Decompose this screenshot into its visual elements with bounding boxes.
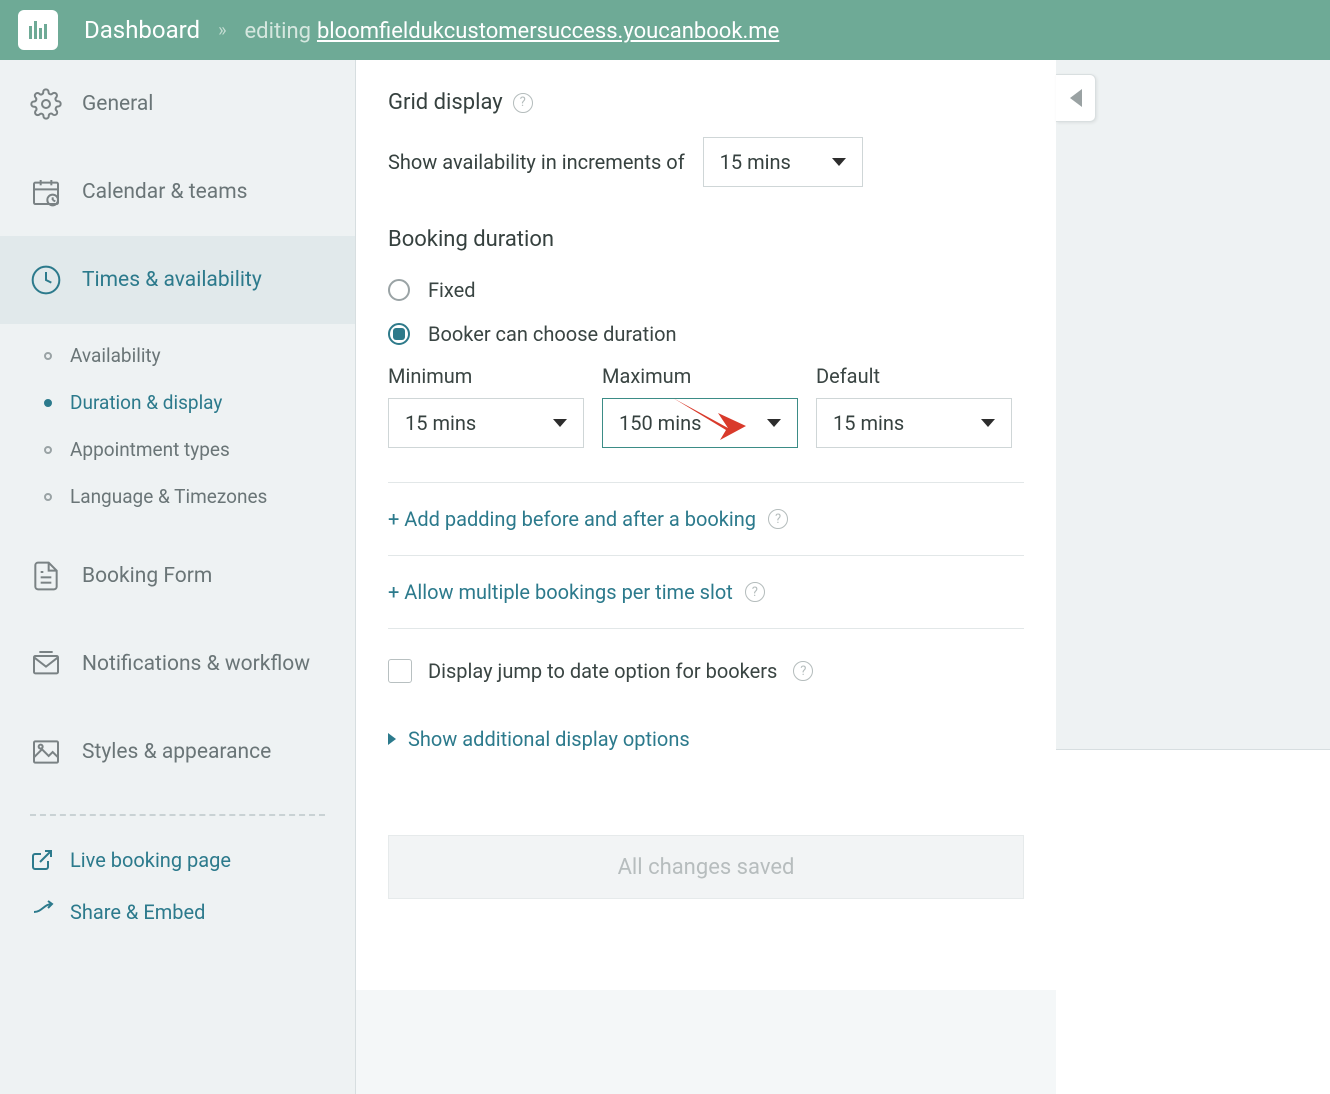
app-header: Dashboard » editing bloomfieldukcustomer…: [0, 0, 1330, 60]
minimum-label: Minimum: [388, 364, 584, 388]
sidebar-item-calendar-teams[interactable]: Calendar & teams: [0, 148, 355, 236]
select-value: 15 mins: [405, 411, 476, 435]
link-label: Share & Embed: [70, 900, 205, 924]
radio-booker-choose[interactable]: Booker can choose duration: [388, 312, 1024, 356]
link-additional-options[interactable]: Show additional display options: [356, 683, 1056, 775]
form-icon: [30, 560, 62, 592]
sidebar-item-general[interactable]: General: [0, 60, 355, 148]
link-text: Show additional display options: [408, 727, 690, 751]
link-label: Live booking page: [70, 848, 231, 872]
sidebar-item-label: Styles & appearance: [82, 740, 271, 764]
sidebar-divider: [30, 814, 325, 816]
radio-label: Fixed: [428, 278, 476, 302]
select-default[interactable]: 15 mins: [816, 398, 1012, 448]
select-increments[interactable]: 15 mins: [703, 137, 863, 187]
main-panel: Grid display ? Show availability in incr…: [356, 60, 1056, 990]
sidebar-sub-language-timezones[interactable]: Language & Timezones: [0, 473, 355, 520]
sidebar-sub-label: Duration & display: [70, 391, 222, 414]
sidebar-sublist: Availability Duration & display Appointm…: [0, 324, 355, 532]
section-title-booking-duration: Booking duration: [356, 227, 1056, 252]
sidebar-item-times-availability[interactable]: Times & availability: [0, 236, 355, 324]
default-label: Default: [816, 364, 1012, 388]
image-icon: [30, 736, 62, 768]
save-status-text: All changes saved: [618, 855, 795, 880]
caret-down-icon: [832, 158, 846, 166]
radio-label: Booker can choose duration: [428, 322, 677, 346]
breadcrumb-separator: »: [218, 20, 226, 41]
breadcrumb-editing-label: editing: [245, 19, 311, 44]
link-text: + Allow multiple bookings per time slot: [388, 580, 733, 604]
section-title-grid-display: Grid display ?: [356, 90, 1056, 115]
select-value: 150 mins: [619, 411, 701, 435]
radio-icon: [388, 279, 410, 301]
link-allow-multiple[interactable]: + Allow multiple bookings per time slot …: [356, 556, 1056, 628]
section-title-text: Grid display: [388, 90, 503, 115]
radio-fixed[interactable]: Fixed: [388, 268, 1024, 312]
sidebar-sub-label: Availability: [70, 344, 161, 367]
select-value: 15 mins: [833, 411, 904, 435]
increments-label: Show availability in increments of: [388, 150, 685, 174]
sidebar-item-label: General: [82, 92, 153, 116]
bullet-icon: [44, 352, 52, 360]
sidebar-item-label: Booking Form: [82, 564, 212, 588]
sidebar-sub-label: Appointment types: [70, 438, 230, 461]
sidebar-sub-duration-display[interactable]: Duration & display: [0, 379, 355, 426]
checkbox-jump-to-date[interactable]: [388, 659, 412, 683]
app-logo: [18, 10, 58, 50]
external-link-icon: [30, 848, 54, 872]
maximum-label: Maximum: [602, 364, 798, 388]
sidebar-item-styles-appearance[interactable]: Styles & appearance: [0, 708, 355, 796]
select-maximum[interactable]: 150 mins: [602, 398, 798, 448]
save-status-bar: All changes saved: [388, 835, 1024, 899]
chevron-right-icon: [388, 733, 396, 745]
caret-down-icon: [981, 419, 995, 427]
sidebar-item-label: Notifications & workflow: [82, 652, 310, 676]
sidebar-sub-availability[interactable]: Availability: [0, 332, 355, 379]
bullet-icon: [44, 493, 52, 501]
link-add-padding[interactable]: + Add padding before and after a booking…: [356, 483, 1056, 555]
bullet-icon: [44, 399, 52, 407]
sidebar-item-notifications-workflow[interactable]: Notifications & workflow: [0, 620, 355, 708]
chevron-left-icon: [1070, 89, 1082, 107]
sidebar-item-label: Calendar & teams: [82, 180, 247, 204]
caret-down-icon: [553, 419, 567, 427]
section-title-text: Booking duration: [388, 227, 554, 252]
breadcrumb-dashboard[interactable]: Dashboard: [84, 16, 200, 44]
mail-icon: [30, 648, 62, 680]
sidebar: General Calendar & teams Times & availab…: [0, 60, 356, 1094]
checkbox-label: Display jump to date option for bookers: [428, 659, 777, 683]
gear-icon: [30, 88, 62, 120]
caret-down-icon: [767, 419, 781, 427]
clock-icon: [30, 264, 62, 296]
sidebar-sub-appointment-types[interactable]: Appointment types: [0, 426, 355, 473]
link-share-embed[interactable]: Share & Embed: [0, 886, 355, 938]
sidebar-item-label: Times & availability: [82, 268, 262, 292]
share-icon: [30, 900, 54, 924]
breadcrumb: Dashboard » editing bloomfieldukcustomer…: [84, 16, 779, 44]
link-text: + Add padding before and after a booking: [388, 507, 756, 531]
sidebar-item-booking-form[interactable]: Booking Form: [0, 532, 355, 620]
help-icon[interactable]: ?: [768, 509, 788, 529]
select-value: 15 mins: [720, 150, 791, 174]
calendar-icon: [30, 176, 62, 208]
help-icon[interactable]: ?: [513, 93, 533, 113]
help-icon[interactable]: ?: [745, 582, 765, 602]
select-minimum[interactable]: 15 mins: [388, 398, 584, 448]
breadcrumb-url[interactable]: bloomfieldukcustomersuccess.youcanbook.m…: [317, 19, 779, 44]
help-icon[interactable]: ?: [793, 661, 813, 681]
sidebar-sub-label: Language & Timezones: [70, 485, 267, 508]
collapse-panel-button[interactable]: [1056, 74, 1096, 122]
radio-icon: [388, 323, 410, 345]
bullet-icon: [44, 446, 52, 454]
link-live-booking-page[interactable]: Live booking page: [0, 834, 355, 886]
